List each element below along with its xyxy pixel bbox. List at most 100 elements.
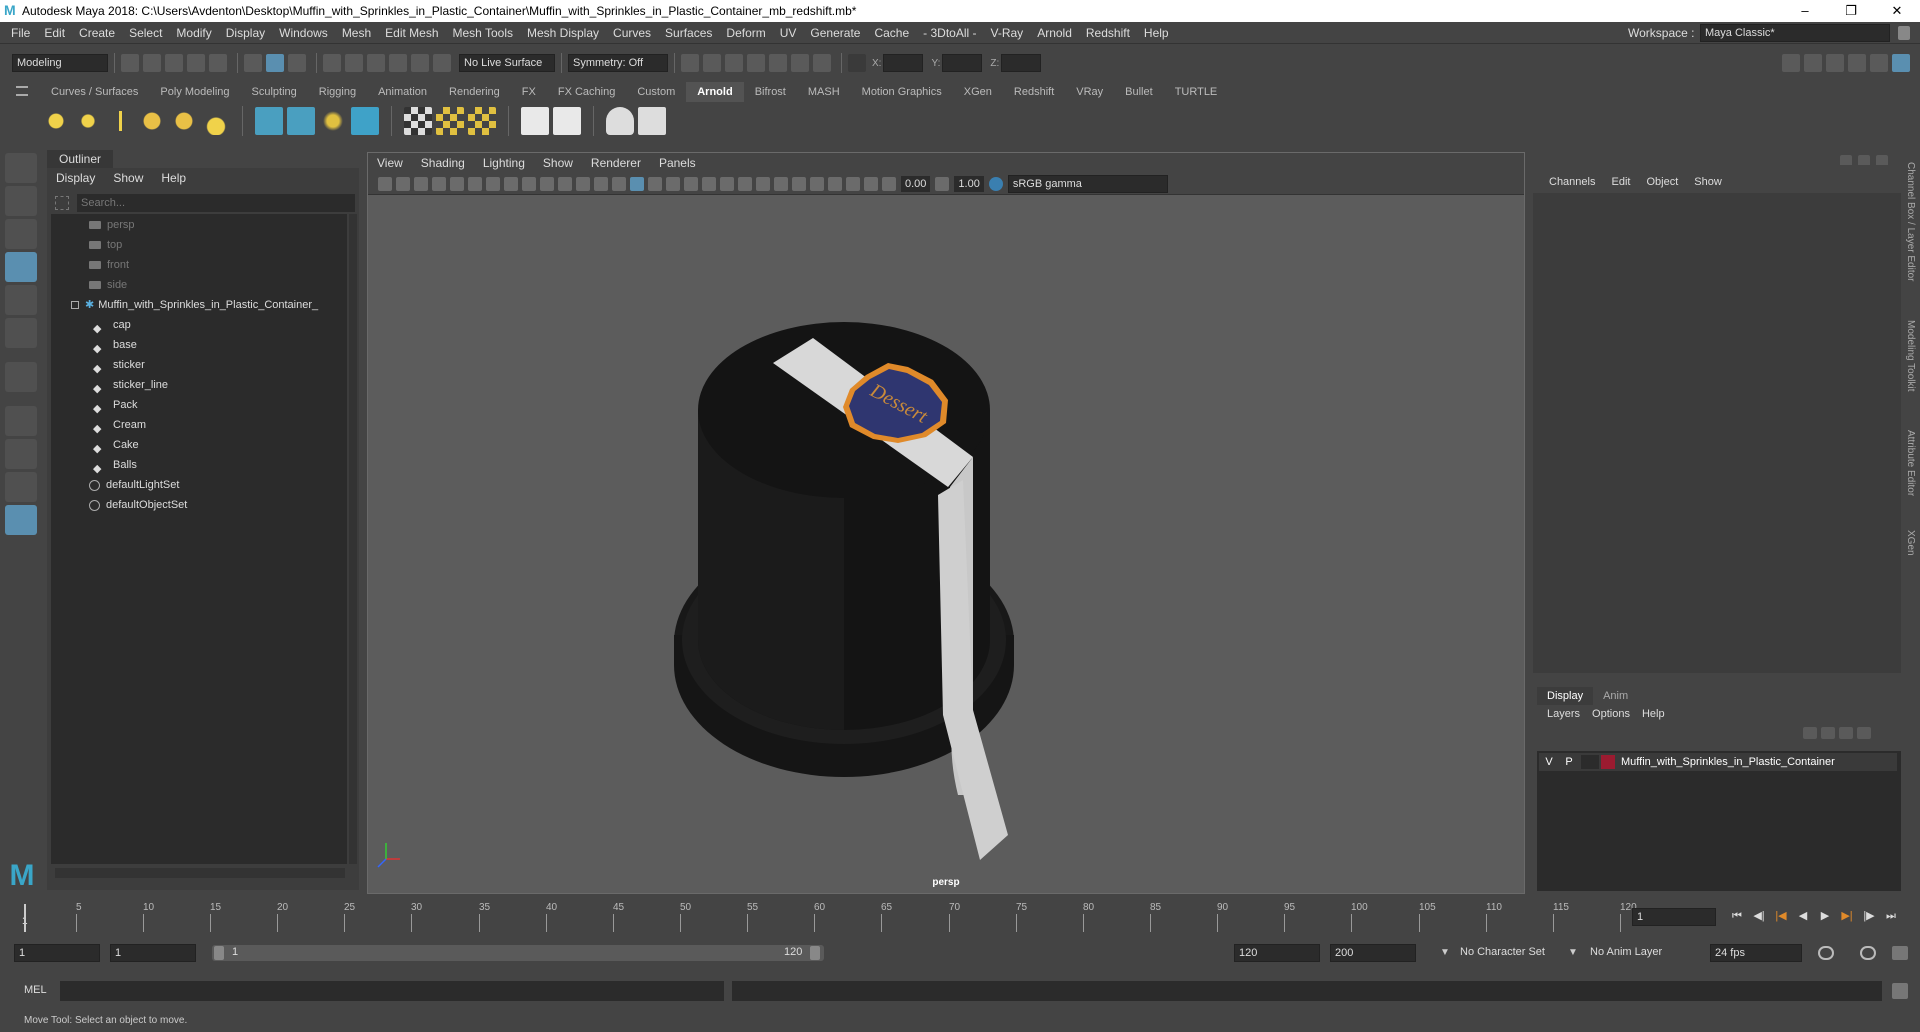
select-component-icon[interactable]: [288, 54, 306, 72]
layer-menu-options[interactable]: Options: [1586, 705, 1636, 723]
tab-mash[interactable]: MASH: [797, 82, 851, 102]
maximize-icon[interactable]: ❐: [1828, 0, 1874, 22]
four-pane-layout-icon[interactable]: [5, 439, 37, 469]
layer-type-toggle[interactable]: [1581, 755, 1599, 769]
select-camera-icon[interactable]: [378, 176, 392, 191]
area-light-icon[interactable]: [42, 107, 70, 135]
tab-turtle[interactable]: TURTLE: [1164, 82, 1229, 102]
animation-prefs-icon[interactable]: [1892, 946, 1908, 960]
motion-blur-icon[interactable]: [756, 176, 770, 191]
film-gate-icon[interactable]: [504, 176, 518, 191]
step-back-key-icon[interactable]: ◀|: [1751, 909, 1767, 923]
lock-icon[interactable]: [1898, 26, 1910, 40]
outliner-menu-show[interactable]: Show: [104, 168, 152, 188]
layer-row[interactable]: V P Muffin_with_Sprinkles_in_Plastic_Con…: [1539, 753, 1897, 771]
go-to-end-icon[interactable]: ⏭: [1883, 909, 1899, 923]
render-play-icon[interactable]: [638, 107, 666, 135]
volume-icon[interactable]: [319, 107, 347, 135]
transform-mode-icon[interactable]: [848, 54, 866, 72]
menu-help[interactable]: Help: [1137, 22, 1176, 44]
menu-select[interactable]: Select: [122, 22, 169, 44]
side-tab-attribute-editor[interactable]: Attribute Editor: [1905, 430, 1916, 496]
2d-pan-zoom-icon[interactable]: [450, 176, 464, 191]
step-forward-frame-icon[interactable]: ▶|: [1839, 909, 1855, 923]
color-management-icon[interactable]: [988, 176, 1003, 191]
menu-create[interactable]: Create: [72, 22, 122, 44]
menu-windows[interactable]: Windows: [272, 22, 335, 44]
use-all-lights-icon[interactable]: [702, 176, 716, 191]
range-slider[interactable]: 1 120: [212, 945, 824, 961]
tree-item-sticker-line[interactable]: ◆ sticker_line: [93, 376, 168, 395]
menu-edit-mesh[interactable]: Edit Mesh: [378, 22, 445, 44]
tool-settings-icon[interactable]: [1870, 54, 1888, 72]
menu-mesh-tools[interactable]: Mesh Tools: [446, 22, 520, 44]
tree-item-front[interactable]: front: [89, 256, 129, 274]
outliner-menu-help[interactable]: Help: [152, 168, 195, 188]
snap-grid-icon[interactable]: [323, 54, 341, 72]
ambient-occlusion-icon[interactable]: [738, 176, 752, 191]
render-lights-icon[interactable]: [521, 107, 549, 135]
tab-bullet[interactable]: Bullet: [1114, 82, 1164, 102]
field-chart-icon[interactable]: [558, 176, 572, 191]
export-stand-in-icon[interactable]: [287, 107, 315, 135]
menu-edit[interactable]: Edit: [37, 22, 72, 44]
collapse-icon[interactable]: [71, 301, 79, 310]
redo-icon[interactable]: [209, 54, 227, 72]
tree-item-persp[interactable]: persp: [89, 216, 135, 234]
channel-menu-edit[interactable]: Edit: [1603, 173, 1638, 191]
viewport-menu-shading[interactable]: Shading: [412, 153, 474, 173]
pause-icon[interactable]: [813, 54, 831, 72]
tree-item-pack[interactable]: ◆ Pack: [93, 396, 137, 415]
play-forwards-icon[interactable]: ▶: [1817, 909, 1833, 923]
tab-curves-surfaces[interactable]: Curves / Surfaces: [40, 82, 149, 102]
tab-bifrost[interactable]: Bifrost: [744, 82, 797, 102]
mel-input[interactable]: [60, 981, 724, 1001]
select-object-icon[interactable]: [266, 54, 284, 72]
scale-tool-icon[interactable]: [5, 318, 37, 348]
smooth-shade-icon[interactable]: [630, 176, 644, 191]
gamma-field[interactable]: 1.00: [954, 175, 984, 192]
range-handle-right[interactable]: [810, 946, 820, 960]
snap-point-icon[interactable]: [367, 54, 385, 72]
single-pane-layout-icon[interactable]: [5, 406, 37, 436]
exposure-field[interactable]: 0.00: [901, 175, 931, 192]
layer-visibility-toggle[interactable]: V: [1539, 753, 1559, 771]
modeling-toolkit-icon[interactable]: [1804, 54, 1822, 72]
snap-view-icon[interactable]: [389, 54, 407, 72]
menu-modify[interactable]: Modify: [169, 22, 218, 44]
layer-playback-toggle[interactable]: P: [1559, 753, 1579, 771]
gamma-icon[interactable]: [935, 176, 950, 191]
live-surface-field[interactable]: No Live Surface: [459, 54, 555, 72]
curve-collector-icon[interactable]: [351, 107, 379, 135]
side-tab-channel-box[interactable]: Channel Box / Layer Editor: [1905, 162, 1916, 282]
animation-end-field[interactable]: 200: [1330, 944, 1416, 962]
script-editor-icon[interactable]: [1892, 983, 1908, 999]
layer-menu-help[interactable]: Help: [1636, 705, 1671, 723]
menu-generate[interactable]: Generate: [803, 22, 867, 44]
channel-box-icon[interactable]: [1892, 54, 1910, 72]
safe-action-icon[interactable]: [576, 176, 590, 191]
camera-attributes-icon[interactable]: [396, 176, 410, 191]
menu-arnold[interactable]: Arnold: [1030, 22, 1079, 44]
grease-pencil-icon[interactable]: [468, 176, 482, 191]
step-back-frame-icon[interactable]: |◀: [1773, 909, 1789, 923]
side-tab-modeling-toolkit[interactable]: Modeling Toolkit: [1905, 320, 1916, 392]
render-frame-icon[interactable]: [681, 54, 699, 72]
rotate-tool-icon[interactable]: [5, 285, 37, 315]
menu-display[interactable]: Display: [219, 22, 272, 44]
tree-item-side[interactable]: side: [89, 276, 127, 294]
move-layer-down-icon[interactable]: [1821, 727, 1835, 739]
tx-manager-icon[interactable]: [436, 107, 464, 135]
multisample-icon[interactable]: [774, 176, 788, 191]
filter-icon[interactable]: [55, 196, 69, 210]
outliner-vertical-scrollbar[interactable]: [349, 214, 357, 864]
move-layer-up-icon[interactable]: [1803, 727, 1817, 739]
menu-vray[interactable]: V-Ray: [984, 22, 1031, 44]
new-layer-icon[interactable]: [1839, 727, 1853, 739]
xray-icon[interactable]: [828, 176, 842, 191]
render-sequence-icon[interactable]: [703, 54, 721, 72]
go-to-start-icon[interactable]: ⏮: [1729, 909, 1745, 923]
channel-menu-object[interactable]: Object: [1638, 173, 1686, 191]
anim-layer-select[interactable]: No Anim Layer: [1590, 946, 1662, 958]
menu-surfaces[interactable]: Surfaces: [658, 22, 719, 44]
